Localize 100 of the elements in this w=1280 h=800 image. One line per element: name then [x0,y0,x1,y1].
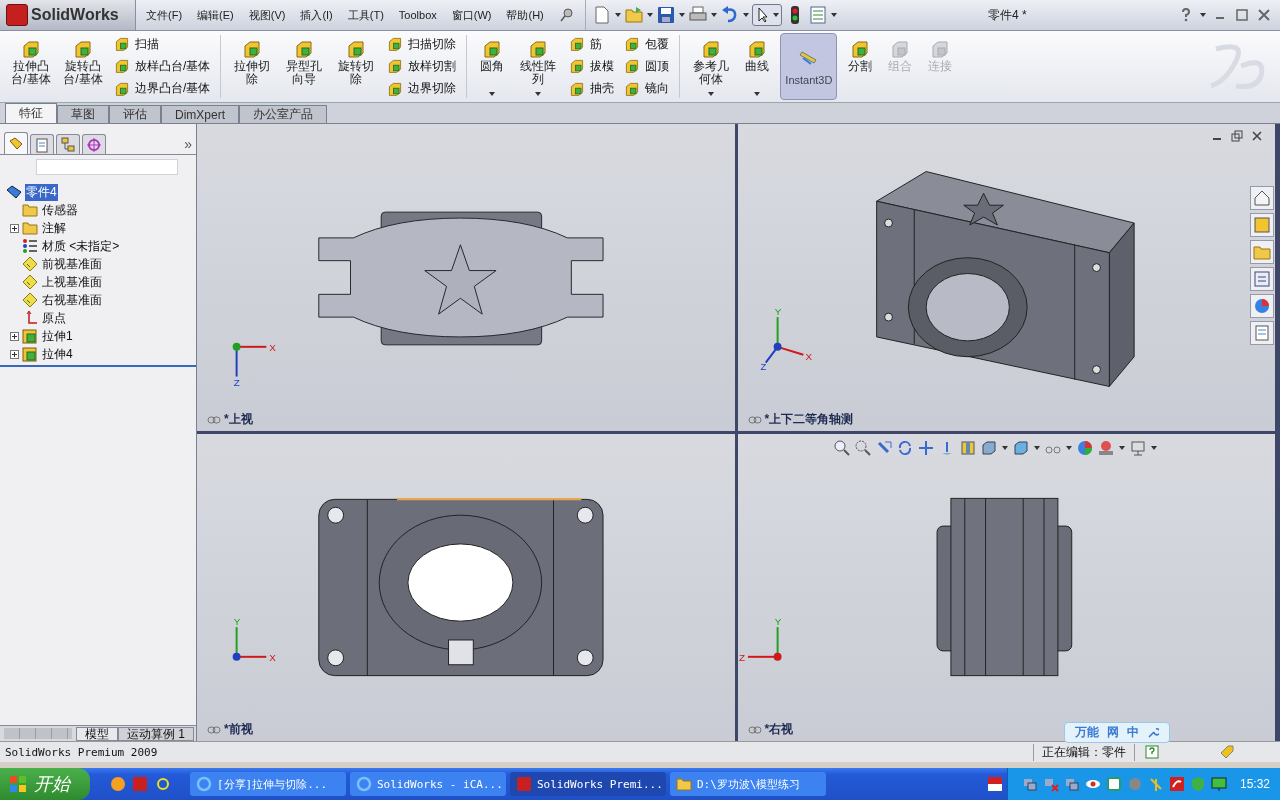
command-tab[interactable]: 草图 [57,105,109,123]
ime-button[interactable]: 网 [1107,724,1119,741]
command-tab[interactable]: 特征 [5,103,57,123]
tree-item[interactable]: 前视基准面 [41,255,103,273]
pan-icon[interactable] [917,440,934,456]
panel-tab[interactable] [56,134,80,154]
view-palette-icon[interactable] [1250,267,1274,291]
instant3d-button[interactable]: Instant3D [780,33,838,100]
tree-item[interactable]: 传感器 [41,201,79,219]
folder-icon[interactable] [1250,240,1274,264]
menu-item[interactable]: 编辑(E) [197,7,234,23]
pin-icon[interactable] [558,7,575,23]
appearance-icon[interactable] [1076,440,1093,456]
home-icon[interactable] [1250,186,1274,210]
feature-button[interactable]: 拉伸切除 [227,33,278,100]
feature-button[interactable]: 包覆 [624,35,670,53]
appearance-icon[interactable] [1250,294,1274,318]
menu-item[interactable]: 帮助(H) [506,7,544,23]
model-tab[interactable]: 模型 [76,726,118,741]
panel-tab[interactable] [30,134,54,154]
start-button[interactable]: 开始 [0,768,90,800]
zoom-area-icon[interactable] [854,440,871,456]
feature-button[interactable]: 抽壳 [569,80,615,98]
close-icon[interactable] [1251,130,1263,142]
feature-button[interactable]: 筋 [569,35,615,53]
ime-button[interactable]: 万能 [1075,724,1099,741]
taskbar-button[interactable]: SolidWorks Premi... [510,772,666,796]
taskbar-button[interactable]: [分享]拉伸与切除... [190,772,346,796]
tree-item[interactable]: 注解 [41,219,67,237]
menu-item[interactable]: 工具(T) [347,7,384,23]
menu-item[interactable]: 窗口(W) [451,7,492,23]
browser-icon[interactable] [110,776,126,792]
expand-icon[interactable] [10,223,19,233]
folder-icon[interactable] [623,5,644,25]
view-orientation-icon[interactable] [980,440,997,456]
help-icon[interactable] [1145,745,1159,759]
command-tab[interactable]: 评估 [109,105,161,123]
cube-icon[interactable] [1012,440,1029,456]
feature-button[interactable]: 拔模 [569,58,615,75]
tree-item[interactable]: 上视基准面 [41,273,103,291]
menu-item[interactable]: Toolbox [398,9,437,21]
wrench-icon[interactable] [1147,726,1159,739]
command-tab[interactable]: 办公室产品 [239,105,327,123]
tree-item[interactable]: 拉伸4 [41,345,74,363]
feature-button[interactable]: 扫描 [114,35,211,53]
feature-button[interactable]: 线性阵列 [513,33,564,100]
panel-tab[interactable] [4,132,28,154]
tree-item[interactable]: 右视基准面 [41,291,103,309]
feature-button[interactable]: 异型孔向导 [279,33,330,100]
tree-item[interactable]: 拉伸1 [41,327,74,345]
tree-item[interactable]: 材质 <未指定> [41,237,121,255]
menu-item[interactable]: 视图(V) [248,7,286,23]
block-icon [114,80,130,97]
command-tab[interactable]: DimXpert [161,105,239,123]
feature-button[interactable]: 放样切割 [387,58,457,75]
select-button[interactable] [751,4,782,26]
feature-button[interactable]: 参考几何体 [686,33,737,100]
feature-button[interactable]: 旋转凸台/基体 [58,33,108,100]
network-icon[interactable] [1021,776,1038,792]
feature-button[interactable]: 拉伸凸台/基体 [6,33,56,100]
feature-button[interactable]: 分割 [841,33,880,100]
scene-icon[interactable] [1097,440,1114,456]
rotate-icon[interactable] [896,440,913,456]
tree-item[interactable]: 原点 [41,309,67,327]
feature-button[interactable]: 曲线 [738,33,777,100]
feature-button[interactable]: 镜向 [624,80,670,98]
model-tab[interactable]: 运动算例 1 [118,726,194,741]
expand-panel-button[interactable]: » [184,136,192,154]
filter-field[interactable] [36,159,178,175]
feature-button[interactable]: 放样凸台/基体 [114,58,211,75]
zoom-to-fit-icon[interactable] [833,440,850,456]
feature-button[interactable]: 边界切除 [387,80,457,98]
feature-button[interactable]: 圆角 [473,33,512,100]
design-library-icon[interactable] [1250,213,1274,237]
feature-button[interactable]: 扫描切除 [387,35,457,53]
network-icon[interactable] [1063,776,1080,792]
previous-view-icon[interactable] [875,440,892,456]
taskbar-button[interactable]: D:\罗功波\模型练习 [670,772,826,796]
feature-button[interactable]: 旋转切除 [331,33,382,100]
feature-button[interactable]: 边界凸台/基体 [114,80,211,98]
panel-tab[interactable] [82,134,106,154]
tree-item[interactable]: 零件4 [25,183,58,201]
display-settings-icon[interactable] [1129,440,1146,456]
ime-button[interactable]: 中 [1127,724,1139,741]
input-method-icon[interactable] [986,776,1003,792]
network-icon[interactable] [1042,776,1059,792]
shield-icon[interactable] [1105,776,1122,792]
feature-button[interactable]: 圆顶 [624,58,670,75]
section-view-icon[interactable] [959,440,976,456]
monitor-icon[interactable] [1210,776,1227,792]
close-icon[interactable] [1256,7,1272,23]
checklist-icon[interactable] [807,5,828,25]
menu-item[interactable]: 文件(F) [146,7,183,23]
save-icon[interactable] [655,5,676,25]
menu-item[interactable]: 插入(I) [300,7,333,23]
custom-properties-icon[interactable] [1250,321,1274,345]
maximize-icon[interactable] [1234,7,1250,23]
restore-icon[interactable] [1231,130,1243,142]
taskbar-button[interactable]: SolidWorks - iCA... [350,772,506,796]
tag-icon[interactable] [1219,744,1235,760]
